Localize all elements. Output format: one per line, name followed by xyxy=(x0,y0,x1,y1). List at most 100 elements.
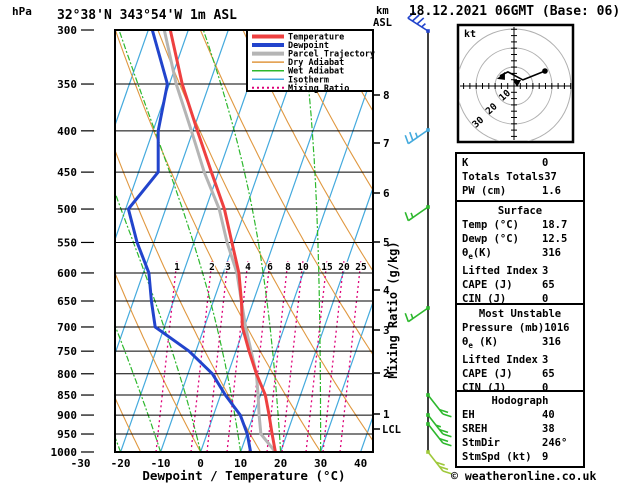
wind-barb-staff xyxy=(404,11,452,475)
pressure-tick-label: 850 xyxy=(57,389,77,402)
mixing-ratio-axis-title: Mixing Ratio (g/kg) xyxy=(386,241,400,378)
km-tick-label: 6 xyxy=(383,187,390,200)
mixing-ratio-value: 1 xyxy=(174,262,180,273)
stats-box-hodograph: Hodograph EH 40 SREH 38 StmDir 246° StmSpd (kt)… xyxy=(455,390,585,468)
pressure-tick-label: 550 xyxy=(57,236,77,249)
wind-barb xyxy=(404,128,430,145)
pressure-tick-label: 800 xyxy=(57,368,77,381)
temp-tick-label: 40 xyxy=(354,457,367,470)
row-value: 40 xyxy=(542,409,555,421)
mixing-ratio-value: 10 xyxy=(297,262,309,273)
datetime-header: 18.12.2021 06GMT (Base: 06) xyxy=(408,4,621,19)
legend-label: Mixing Ratio xyxy=(288,83,349,94)
table-row: StmDir 246° xyxy=(457,436,583,450)
row-label: Dewp (°C) xyxy=(462,233,519,245)
km-tick-label: 7 xyxy=(383,137,390,150)
row-value: 65 xyxy=(542,279,555,292)
mixing-ratio-value: 2 xyxy=(209,262,215,273)
row-value: 65 xyxy=(542,368,555,381)
row-value: 316 xyxy=(542,247,561,259)
pressure-tick-label: 650 xyxy=(57,295,77,308)
credit-footer: © weatheronline.co.uk xyxy=(451,469,597,483)
pressure-tick-label: 950 xyxy=(57,428,77,441)
row-value: 38 xyxy=(542,423,555,435)
page-title: 32°38'N 343°54'W 1m ASL xyxy=(57,8,237,23)
row-value: 9 xyxy=(542,451,549,463)
sounding-page: 1 2 3 4 6 8 10 15 20 25 Temperature Dewpoint Parcel… xyxy=(0,0,629,486)
pressure-tick-label: 350 xyxy=(57,78,77,91)
km-unit-label: km xyxy=(376,5,389,17)
legend: TemperatureDewpointParcel TrajectoryDry … xyxy=(246,29,375,94)
hodograph-unit-label: kt xyxy=(464,29,476,40)
table-row: Lifted Index 3 xyxy=(457,264,583,278)
row-value: 1.6 xyxy=(542,185,561,197)
table-row: θe(K) 316 xyxy=(457,246,583,264)
table-row: Dewp (°C) 12.5 xyxy=(457,232,583,246)
pressure-tick-label: 500 xyxy=(57,203,77,216)
stats-box-surface: Surface Temp (°C) 18.7 Dewp (°C) 12.5 θe(K) 31… xyxy=(455,200,585,311)
row-value: 316 xyxy=(542,336,561,348)
lcl-label: LCL xyxy=(382,424,401,436)
row-label: Temp (°C) xyxy=(462,219,519,231)
stats-box-title: Surface xyxy=(497,205,543,217)
temp-tick-label: -20 xyxy=(111,457,131,470)
stats-box-indices: K 0 Totals Totals 37 PW (cm) 1.6 xyxy=(455,152,585,202)
table-row: PW (cm) 1.6 xyxy=(457,184,583,198)
row-label: Pressure (mb) xyxy=(462,322,545,334)
row-label: EH xyxy=(462,409,475,421)
stats-box-title: Hodograph xyxy=(491,395,549,407)
pressure-tick-label: 750 xyxy=(57,345,77,358)
mixing-ratio-value: 20 xyxy=(338,262,350,273)
km-tick-label: 8 xyxy=(383,89,390,102)
mixing-ratio-value: 15 xyxy=(321,262,333,273)
row-label: K xyxy=(462,157,469,169)
row-label: PW (cm) xyxy=(462,185,507,197)
table-row: CAPE (J) 65 xyxy=(457,278,583,292)
mixing-ratio-value: 8 xyxy=(285,262,291,273)
row-label: θe(K) xyxy=(462,247,492,262)
row-label: θe (K) xyxy=(462,336,499,351)
row-label: Lifted Index xyxy=(462,265,538,278)
pressure-tick-label: 900 xyxy=(57,409,77,422)
row-label: Lifted Index xyxy=(462,354,538,367)
km-tick-label: 1 xyxy=(383,408,390,421)
pressure-tick-label: 400 xyxy=(57,125,77,138)
row-label: Totals Totals xyxy=(462,171,545,183)
wind-barb xyxy=(426,450,452,475)
mixing-ratio-labels: 1 2 3 4 6 8 10 15 20 25 xyxy=(173,261,368,275)
x-axis-title: Dewpoint / Temperature (°C) xyxy=(142,468,345,483)
wind-barb xyxy=(426,413,452,438)
row-value: 12.5 xyxy=(542,233,568,245)
table-row: CAPE (J) 65 xyxy=(457,367,583,381)
table-row: Totals Totals 37 xyxy=(457,170,583,184)
row-value: 3 xyxy=(542,265,549,278)
row-label: StmSpd (kt) xyxy=(462,451,532,463)
wind-barb xyxy=(404,205,430,222)
pressure-unit-label: hPa xyxy=(12,5,32,18)
stats-box-most-unstable: Most Unstable Pressure (mb) 1016 θe (K) 316 L… xyxy=(455,303,585,400)
table-row: θe (K) 316 xyxy=(457,335,583,353)
table-row: EH 40 xyxy=(457,408,583,422)
table-row: K0 xyxy=(457,156,583,170)
stats-box-title: Most Unstable xyxy=(478,308,562,320)
wind-barb xyxy=(404,306,430,323)
pressure-tick-label: 600 xyxy=(57,267,77,280)
table-row: StmSpd (kt) 9 xyxy=(457,450,583,464)
hodograph-panel: 102030 kt xyxy=(456,23,575,144)
row-label: SREH xyxy=(462,423,488,435)
row-value: 18.7 xyxy=(542,219,568,231)
asl-unit-label: ASL xyxy=(373,17,392,29)
temp-tick-label: -30 xyxy=(71,457,91,470)
row-value: 37 xyxy=(544,171,557,183)
row-label: CAPE (J) xyxy=(462,368,513,381)
wind-barb xyxy=(426,393,452,418)
table-row: SREH 38 xyxy=(457,422,583,436)
pressure-tick-label: 700 xyxy=(57,321,77,334)
row-label: CAPE (J) xyxy=(462,279,513,292)
pressure-gridlines xyxy=(115,83,373,453)
row-value: 0 xyxy=(542,157,549,169)
row-label: StmDir xyxy=(462,437,500,449)
table-row: Lifted Index 3 xyxy=(457,353,583,367)
mixing-ratio-value: 4 xyxy=(245,262,251,273)
pressure-tick-label: 450 xyxy=(57,166,77,179)
